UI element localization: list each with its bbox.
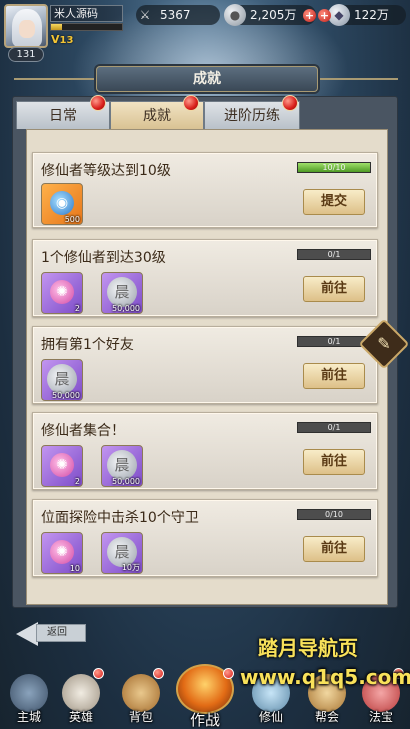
- achievement-card: 位面探险中击杀10个守卫 0/10 ✺ 10 晨 10万 前往: [32, 499, 378, 577]
- achievement-card: 修仙者集合！ 0/1 ✺ 2 晨 50,000 前往: [32, 412, 378, 490]
- go-button[interactable]: 前往: [303, 536, 365, 562]
- achievement-progress-bar: 0/1: [297, 422, 371, 433]
- nav-label: 主城: [16, 710, 41, 724]
- nav-label: 法宝: [368, 710, 393, 724]
- reward-item[interactable]: ✺ 2: [41, 272, 83, 314]
- silver-value: 2,205万: [250, 8, 297, 22]
- castle-icon: [10, 674, 48, 712]
- achievement-title: 位面探险中击杀10个守卫: [41, 510, 199, 526]
- achievement-title: 拥有第1个好友: [41, 337, 134, 353]
- reward-item[interactable]: ✺ 10: [41, 532, 83, 574]
- nav-label: 修仙: [258, 710, 283, 724]
- reward-quantity: 2: [74, 304, 80, 313]
- reward-quantity: 10: [69, 564, 80, 573]
- power-resource: ⚔ 5367: [136, 5, 220, 25]
- player-level-badge: 131: [8, 47, 44, 62]
- achievement-title: 1个修仙者到达30级: [41, 250, 166, 266]
- go-button[interactable]: 前往: [303, 276, 365, 302]
- gem-resource: ◆ 122万: [328, 4, 406, 26]
- silver-coin-icon: 晨: [107, 277, 137, 307]
- achievement-title: 修仙者等级达到10级: [41, 163, 171, 179]
- achievement-card: 1个修仙者到达30级 0/1 ✺ 2 晨 50,000 前往: [32, 239, 378, 317]
- achievement-progress-text: 0/1: [327, 423, 341, 432]
- achievement-title: 修仙者集合！: [41, 423, 125, 439]
- hero-icon: [62, 674, 100, 712]
- reward-quantity: 50,000: [52, 391, 80, 400]
- power-value: 5367: [160, 8, 191, 22]
- reward-item[interactable]: ✺ 2: [41, 445, 83, 487]
- reward-item[interactable]: 晨 50,000: [41, 359, 83, 401]
- reward-item[interactable]: ◉ 500: [41, 183, 83, 225]
- crossed-swords-icon: ⚔: [139, 8, 151, 22]
- achievement-progress-text: 0/10: [325, 510, 343, 519]
- silver-coin-icon: ●: [224, 4, 246, 26]
- add-gem-button[interactable]: +: [318, 9, 331, 22]
- gem-value: 122万: [354, 8, 389, 22]
- vip-level: 13: [59, 35, 74, 46]
- achievement-progress-bar: 0/1: [297, 249, 371, 260]
- tab-daily-notification-dot: [90, 95, 106, 111]
- reward-quantity: 10万: [121, 563, 140, 572]
- notification-dot: [93, 668, 104, 679]
- achievement-card: 拥有第1个好友 0/1 晨 50,000 前往: [32, 326, 378, 404]
- title-divider-right: [318, 78, 398, 80]
- reward-quantity: 50,000: [112, 477, 140, 486]
- achievement-progress-bar: 10/10: [297, 162, 371, 173]
- scroll-glyph: ✎: [377, 334, 391, 353]
- title-divider-left: [14, 78, 94, 80]
- spirit-item-icon: ✺: [50, 540, 74, 564]
- submit-button[interactable]: 提交: [303, 189, 365, 215]
- back-label: 返回: [36, 624, 86, 642]
- nav-battle[interactable]: 作战: [174, 664, 236, 729]
- nav-main-city[interactable]: 主城: [4, 668, 54, 729]
- achievement-progress-bar: 0/10: [297, 509, 371, 520]
- watermark-url: www.q1q5.com: [240, 665, 410, 689]
- achievement-progress-text: 0/1: [327, 250, 341, 259]
- nav-hero[interactable]: 英雄: [56, 668, 106, 729]
- gem-icon: ◆: [328, 4, 350, 26]
- back-arrow-icon: [16, 622, 38, 646]
- reward-item[interactable]: 晨 50,000: [101, 272, 143, 314]
- go-button[interactable]: 前往: [303, 449, 365, 475]
- nav-label: 背包: [128, 710, 153, 724]
- spirit-item-icon: ✺: [50, 453, 74, 477]
- exp-fill: [51, 24, 62, 30]
- reward-item[interactable]: 晨 50,000: [101, 445, 143, 487]
- reward-quantity: 2: [74, 477, 80, 486]
- spirit-item-icon: ✺: [50, 280, 74, 304]
- go-button[interactable]: 前往: [303, 363, 365, 389]
- back-button[interactable]: 返回: [16, 618, 88, 648]
- achievement-progress-text: 0/1: [327, 337, 341, 346]
- nav-label: 作战: [189, 711, 220, 729]
- player-name: 米人源码: [50, 5, 123, 22]
- add-silver-button[interactable]: +: [303, 9, 316, 22]
- silver-coin-icon: 晨: [107, 450, 137, 480]
- window-title: 成就: [96, 66, 318, 92]
- watermark-title: 踏月导航页: [258, 636, 358, 660]
- tab-advanced-notification-dot: [282, 95, 298, 111]
- bag-icon: [122, 674, 160, 712]
- vip-badge[interactable]: V13: [51, 33, 73, 46]
- vip-label: V: [51, 33, 60, 46]
- tab-achievement-notification-dot: [183, 95, 199, 111]
- reward-item[interactable]: 晨 10万: [101, 532, 143, 574]
- notification-dot: [153, 668, 164, 679]
- achievement-progress-text: 10/10: [322, 163, 346, 172]
- silver-coin-icon: 晨: [47, 364, 77, 394]
- reward-quantity: 50,000: [112, 304, 140, 313]
- blue-orb-item-icon: ◉: [50, 191, 74, 215]
- nav-label: 英雄: [68, 710, 93, 724]
- player-avatar[interactable]: [4, 4, 48, 48]
- nav-label: 帮会: [314, 710, 339, 724]
- achievement-card: 修仙者等级达到10级 10/10 ◉ 500 提交: [32, 152, 378, 228]
- nav-bag[interactable]: 背包: [116, 668, 166, 729]
- avatar-face: [19, 20, 35, 38]
- reward-quantity: 500: [64, 215, 80, 224]
- exp-bar: [50, 23, 123, 31]
- notification-dot: [223, 668, 234, 679]
